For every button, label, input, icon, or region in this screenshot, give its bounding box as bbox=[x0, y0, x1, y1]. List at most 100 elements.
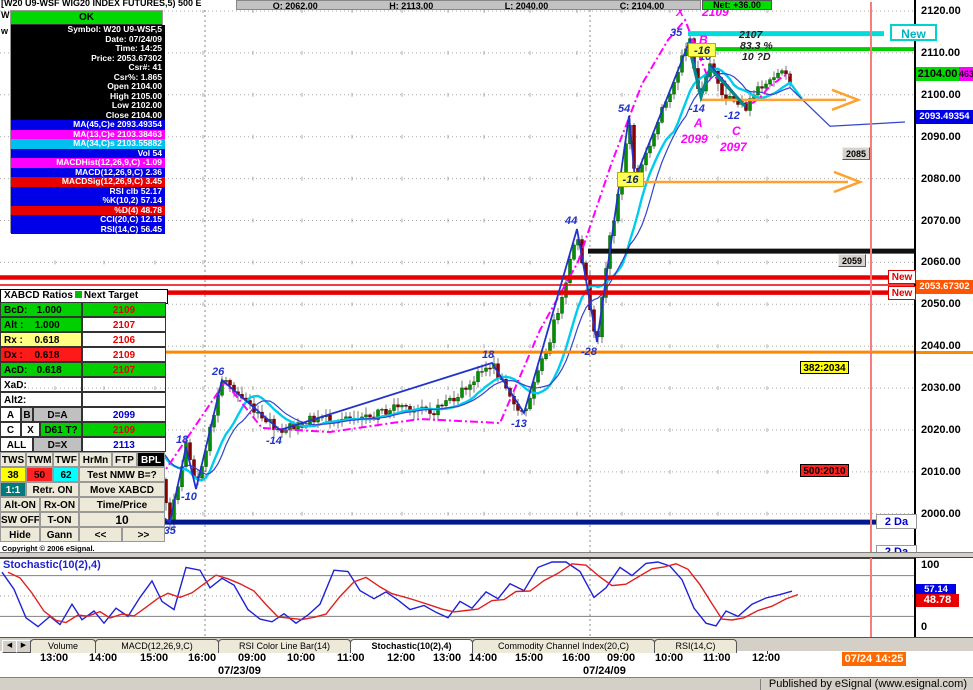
date-axis-label: 07/23/09 bbox=[218, 665, 261, 677]
xabcd-ratio-cell: Alt :1.000 bbox=[0, 317, 82, 332]
xabcd-tool-button[interactable]: FTP bbox=[112, 452, 137, 467]
tab-rsi-14-c-[interactable]: RSI(14,C) bbox=[654, 639, 737, 653]
xabcd-ratio-cell: BcD: 1.000 bbox=[0, 302, 82, 317]
price-note-2059: 2059 bbox=[838, 254, 866, 267]
chart-annotation: X bbox=[675, 10, 685, 19]
xabcd-tool-button[interactable]: 10 bbox=[79, 512, 165, 527]
xabcd-tool-button[interactable]: Retr. ON bbox=[26, 482, 79, 497]
data-window-panel: OK Symbol: W20 U9-WSF,5 Date: 07/24/09 Tim… bbox=[10, 10, 165, 234]
xabcd-tool-button[interactable]: TWF bbox=[53, 452, 79, 467]
xabcd-tool-button[interactable]: T-ON bbox=[40, 512, 79, 527]
tab-stochastic-10-2-4-[interactable]: Stochastic(10(2),4) bbox=[350, 639, 473, 653]
data-window-row: Open 2104.00 bbox=[11, 82, 165, 92]
chart-annotation: 2099 bbox=[680, 132, 708, 146]
data-window-row: MACDHist(12,26,9,C) -1.09 bbox=[11, 158, 165, 168]
xabcd-point-button[interactable]: A bbox=[0, 407, 21, 422]
net-change-badge: Net: +36.00 bbox=[702, 0, 772, 10]
xabcd-point-button[interactable]: ALL bbox=[0, 437, 33, 452]
data-window-row: CCI(20,C) 12.15 bbox=[11, 215, 165, 225]
xabcd-tool-button[interactable]: >> bbox=[122, 527, 165, 542]
chart-annotation: 44 bbox=[564, 215, 577, 227]
chart-annotation: 35 bbox=[670, 27, 683, 39]
data-window-ok-button[interactable]: OK bbox=[11, 11, 162, 25]
xabcd-tool-button[interactable]: BPL bbox=[137, 452, 165, 467]
data-window-row: %D(4) 48.78 bbox=[11, 205, 165, 215]
xabcd-target-cell: 2109 bbox=[82, 422, 166, 437]
data-window-row: Date: 07/24/09 bbox=[11, 34, 165, 44]
price-axis-label: 2040.00 bbox=[921, 340, 961, 353]
xabcd-tool-button[interactable]: 50 bbox=[26, 467, 53, 482]
xabcd-tool-button[interactable]: Rx-ON bbox=[40, 497, 79, 512]
xabcd-point-button[interactable]: D=A bbox=[33, 407, 82, 422]
cursor-time-tag: 07/24 14:25 bbox=[842, 652, 906, 666]
indicator-tab-bar: ◀ ▶ Volume MACD(12,26,9,C) RSI Color Line … bbox=[0, 637, 973, 653]
data-window-row: RSI(14,C) 56.45 bbox=[11, 224, 165, 234]
xabcd-tool-button[interactable]: Gann bbox=[40, 527, 79, 542]
new-high-flag: New bbox=[890, 24, 937, 41]
panel-splitter[interactable] bbox=[0, 552, 973, 558]
xabcd-point-button[interactable]: X bbox=[21, 422, 40, 437]
xabcd-tool-button[interactable]: TWS bbox=[0, 452, 26, 467]
date-axis: 07/23/09 07/24/09 bbox=[0, 665, 973, 677]
xabcd-point-button[interactable]: D61 T? bbox=[40, 422, 82, 437]
xabcd-tool-button[interactable]: Time/Price bbox=[79, 497, 165, 512]
ma13-price-tag-fragment: 463 bbox=[959, 67, 973, 81]
copyright-text: Copyright © 2006 eSignal. bbox=[2, 544, 95, 553]
xabcd-point-button[interactable]: C bbox=[0, 422, 21, 437]
xabcd-point-button[interactable]: B bbox=[21, 407, 33, 422]
data-window-row: MACDSig(12,26,9,C) 3.45 bbox=[11, 177, 165, 187]
chart-annotation: -28 bbox=[581, 346, 598, 358]
chart-annotation: -13 bbox=[511, 418, 527, 430]
two-day-line-tag: 2 Da bbox=[876, 514, 917, 529]
xabcd-empty-target bbox=[82, 377, 166, 392]
data-window-row: Low 2102.00 bbox=[11, 101, 165, 111]
chart-annotation: -12 bbox=[724, 110, 740, 122]
xabcd-point-button[interactable]: D=X bbox=[33, 437, 82, 452]
xabcd-ratio-cell: Rx :0.618 bbox=[0, 332, 82, 347]
time-axis-label: 11:00 bbox=[337, 652, 365, 664]
chart-annotation: 18 bbox=[176, 434, 189, 446]
xabcd-target-cell: 2109 bbox=[82, 347, 166, 362]
chart-annotation: 54 bbox=[618, 103, 630, 115]
xabcd-tool-button[interactable]: SW OFF bbox=[0, 512, 40, 527]
xabcd-tool-button[interactable]: 38 bbox=[0, 467, 26, 482]
time-axis-label: 11:00 bbox=[703, 652, 731, 664]
price-note-2085: 2085 bbox=[842, 147, 870, 160]
xabcd-tool-button[interactable]: Alt-ON bbox=[0, 497, 40, 512]
chart-annotation: 26 bbox=[211, 366, 225, 378]
data-window-row: RSI clb 52.17 bbox=[11, 186, 165, 196]
data-window-row: Close 2104.00 bbox=[11, 110, 165, 120]
time-axis: 07/24 14:25 13:00 14:00 15:00 16:00 09:00 10:… bbox=[0, 651, 973, 666]
data-window-row: MA(45,C)e 2093.49354 bbox=[11, 120, 165, 130]
xabcd-tool-button[interactable]: TWM bbox=[26, 452, 53, 467]
tab-macd-12-26-9-c-[interactable]: MACD(12,26,9,C) bbox=[95, 639, 219, 653]
tab-rsi-color-line-bar-14-[interactable]: RSI Color Line Bar(14) bbox=[218, 639, 351, 653]
data-window-row: Csr#: 41 bbox=[11, 63, 165, 73]
new-level-flag-lower: New bbox=[888, 286, 916, 300]
pivot-16-tag-lower: -16 bbox=[617, 172, 644, 187]
xabcd-tool-button[interactable]: HrMn bbox=[79, 452, 112, 467]
tab-volume[interactable]: Volume bbox=[30, 639, 96, 653]
xabcd-ratios-panel: XABCD Ratios Next Target Copyright © 2006… bbox=[0, 289, 168, 553]
xabcd-tool-button[interactable]: 62 bbox=[53, 467, 79, 482]
price-axis-label: 2020.00 bbox=[921, 424, 961, 436]
stoch-axis-0: 0 bbox=[921, 621, 928, 633]
xabcd-tool-button[interactable]: << bbox=[79, 527, 122, 542]
chart-annotation: -14 bbox=[689, 103, 705, 115]
xabcd-tool-button[interactable]: 1:1 bbox=[0, 482, 26, 497]
price-axis-label: 2000.00 bbox=[921, 507, 961, 520]
xabcd-tool-button[interactable]: Hide bbox=[0, 527, 40, 542]
xabcd-tool-button[interactable]: Test NMW B=? bbox=[79, 467, 165, 482]
tab-scroll-right-icon[interactable]: ▶ bbox=[16, 640, 31, 653]
data-window-row: Price: 2053.67302 bbox=[11, 53, 165, 63]
xabcd-tool-button[interactable]: Move XABCD bbox=[79, 482, 165, 497]
tab-commodity-channel-index-20-c-[interactable]: Commodity Channel Index(20,C) bbox=[472, 639, 655, 653]
data-window-row: MACD(12,26,9,C) 2.36 bbox=[11, 167, 165, 177]
tab-scroll-left-icon[interactable]: ◀ bbox=[2, 640, 17, 653]
stochastic-plot[interactable] bbox=[0, 558, 916, 637]
status-bar: Published by eSignal (www.esignal.com) bbox=[0, 677, 973, 690]
data-window-row: Vol 54 bbox=[11, 148, 165, 158]
xabcd-ratio-cell: AcD: 0.618 bbox=[0, 362, 82, 377]
green-square-icon bbox=[74, 291, 82, 298]
xabcd-target-cell: 2106 bbox=[82, 332, 166, 347]
